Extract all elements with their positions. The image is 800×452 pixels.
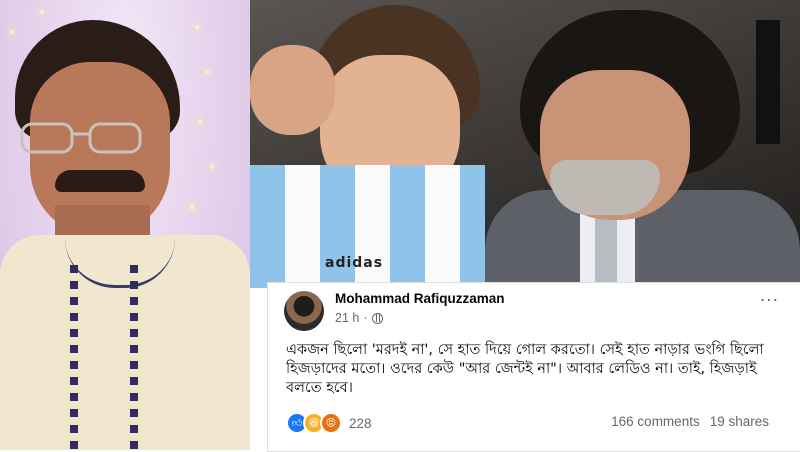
post-body-text: একজন ছিলো 'মরদই না', সে হাত দিয়ে গোল কর… bbox=[286, 342, 764, 396]
necktie bbox=[595, 210, 617, 288]
avatar[interactable] bbox=[284, 291, 324, 331]
post-time[interactable]: 21 h bbox=[335, 311, 359, 325]
sponsor-lanyard bbox=[756, 20, 780, 144]
right-football-photo: adidas bbox=[250, 0, 800, 288]
bokeh-light bbox=[198, 120, 202, 124]
bokeh-light bbox=[40, 10, 44, 14]
shares-count[interactable]: 19 shares bbox=[710, 414, 769, 429]
bokeh-light bbox=[205, 70, 209, 74]
glasses bbox=[20, 122, 142, 154]
bokeh-light bbox=[10, 30, 14, 34]
jersey-brand-logo: adidas bbox=[325, 255, 384, 271]
left-portrait-photo bbox=[0, 0, 250, 450]
reaction-count[interactable]: 228 bbox=[349, 416, 372, 431]
facebook-post-card: Mohammad Rafiquzzaman 21 h · ··· একজন ছি… bbox=[267, 282, 800, 452]
angry-icon: 😡︎ bbox=[320, 412, 342, 434]
reactions-bar[interactable]: 👍︎ 😆︎ 😡︎ 228 bbox=[286, 412, 372, 434]
post-meta: 21 h · bbox=[335, 311, 383, 325]
coach-beard bbox=[550, 160, 660, 215]
post-stats: 166 comments 19 shares bbox=[611, 414, 769, 429]
comments-count[interactable]: 166 comments bbox=[611, 414, 700, 429]
mustache bbox=[55, 170, 145, 192]
player-hand bbox=[250, 45, 335, 135]
kurta-embroidery bbox=[70, 265, 78, 450]
meta-separator: · bbox=[363, 311, 368, 325]
post-author-name[interactable]: Mohammad Rafiquzzaman bbox=[335, 291, 505, 306]
globe-icon bbox=[371, 312, 383, 324]
bokeh-light bbox=[210, 165, 214, 169]
bokeh-light bbox=[190, 205, 194, 209]
more-horizontal-icon[interactable]: ··· bbox=[760, 291, 779, 311]
bokeh-light bbox=[195, 25, 199, 29]
kurta-embroidery bbox=[130, 265, 138, 450]
